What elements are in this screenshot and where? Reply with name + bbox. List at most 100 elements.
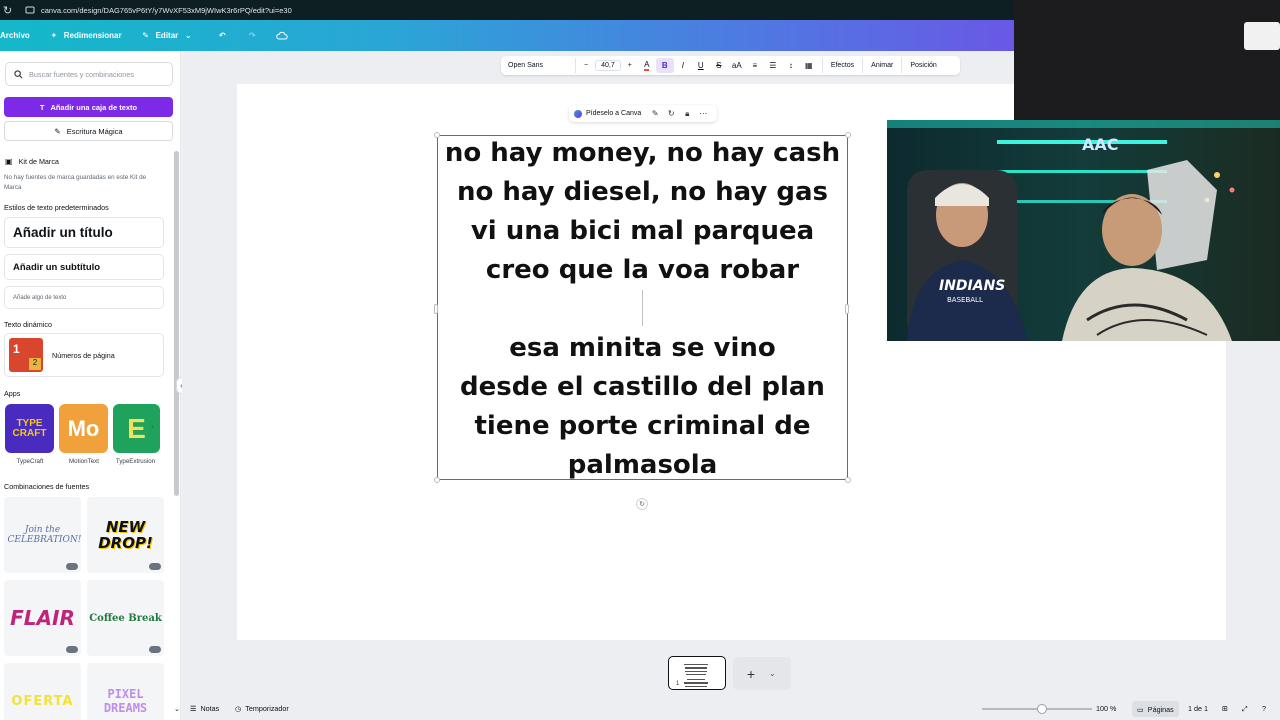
bold-icon: B [661,61,668,70]
more-options-icon[interactable]: ⋯ [695,109,711,118]
brand-kit-heading[interactable]: ▣ Kit de Marca [5,157,59,166]
combo-flair-text: FLAIR [10,606,75,630]
rotate-icon[interactable]: ↻ [663,109,679,118]
webcam-overlay: AAC INDIANS BASEBALL [887,120,1280,341]
list-button[interactable]: ☰ [764,58,782,73]
chevron-down-icon[interactable]: ⌄ [769,669,776,678]
combo-oferta-text: OFERTA [11,693,74,709]
spacing-button[interactable]: ↕ [782,58,800,73]
effects-button[interactable]: Efectos [821,58,862,73]
add-textbox-button[interactable]: T Añadir una caja de texto [4,97,173,117]
magic-edit-icon[interactable]: ✎ [647,109,663,118]
plus-icon: + [746,665,756,682]
strikethrough-button[interactable]: S [710,58,728,73]
timer-button[interactable]: ◷ Temporizador [235,704,289,713]
notes-button[interactable]: ☰ Notas [190,704,219,713]
resize-handle-left[interactable] [434,304,438,314]
add-page-button[interactable]: + ⌄ [733,657,791,690]
redo-button[interactable]: ↷ [246,30,258,42]
letter-case-button[interactable]: aA [728,58,746,73]
typecraft-app-tile[interactable]: TYPE CRAFT [5,404,54,453]
combo-celebration[interactable]: Join the CELEBRATION! [4,497,81,573]
position-button[interactable]: Posición [901,58,944,73]
search-icon [14,69,23,78]
resize-handle-tr[interactable] [845,132,851,138]
panel-scrollbar[interactable] [174,151,179,496]
pages-button[interactable]: ▭ Páginas [1132,701,1179,717]
canva-ai-icon [574,109,582,118]
font-family-dropdown[interactable]: Open Sans [504,58,576,73]
edit-menu-button[interactable]: ✎ Editar ⌄ [140,30,195,42]
checkerboard-icon: ▦ [805,61,813,70]
text-t-icon: T [39,102,45,112]
reload-icon[interactable]: ↻ [3,4,19,17]
combo-coffee-break[interactable]: Coffee Break [87,580,164,656]
bold-button[interactable]: B [655,58,674,73]
lock-icon[interactable]: 🔒︎ [679,109,695,119]
magic-write-button[interactable]: ✎ Escritura Mágica [4,121,173,141]
font-name: Open Sans [508,62,544,69]
overlay-button-fragment [1244,22,1280,50]
editor-footer: ⌄ ☰ Notas ◷ Temporizador 100 % ▭ Páginas… [174,698,1280,720]
align-center-button[interactable]: ≡ [746,58,764,73]
resize-handle-br[interactable] [845,477,851,483]
lyric-line: palmasola [567,450,718,480]
ask-canva-button[interactable]: Pídeselo a Canva [586,110,641,117]
undo-icon: ↶ [218,31,226,40]
rotate-handle[interactable]: ↻ [636,498,648,510]
italic-button[interactable]: I [674,58,692,73]
combo-new-drop[interactable]: NEW DROP! [87,497,164,573]
undo-button[interactable]: ↶ [216,30,228,42]
typeextrusion-label: TypeExtrusion [115,458,156,465]
text-color-button[interactable]: A [638,58,656,73]
lyric-line: no hay money, no hay cash [444,138,841,168]
grid-view-icon[interactable]: ⊞ [1222,704,1228,713]
chevron-right-icon[interactable]: › [151,421,154,431]
font-size-increase-button[interactable]: + [628,62,632,69]
url-text[interactable]: canva.com/design/DAG765vP6tY/y7WvXF53xM9… [41,6,292,15]
list-icon: ☰ [769,61,777,70]
font-search-input[interactable]: Buscar fuentes y combinaciones [5,62,173,86]
letter-case-icon: aA [731,61,742,70]
add-subtitle-option[interactable]: Añadir un subtítulo [4,254,164,280]
text-cursor [642,290,643,326]
cloud-save-button[interactable] [276,31,288,41]
font-size-input[interactable]: 40,7 [595,60,621,71]
page-number-icon: 1 2 [9,338,43,372]
animate-button[interactable]: Animar [862,58,901,73]
site-info-icon[interactable] [25,5,35,15]
resize-handle-right[interactable] [845,304,849,314]
page-thumbnail[interactable]: 1 [668,656,726,690]
resize-handle-tl[interactable] [434,132,440,138]
thumbnail-preview [681,662,711,689]
resize-label: Redimensionar [63,31,122,40]
webcam-scene: AAC INDIANS BASEBALL [887,120,1280,341]
rotate-icon: ↻ [639,501,645,508]
combo-oferta[interactable]: OFERTA [4,663,81,720]
fullscreen-icon[interactable]: ⤢ [1242,704,1248,714]
scroll-down-icon[interactable]: ⌄ [174,704,180,713]
align-center-icon: ≡ [752,61,758,70]
position-label: Posición [910,62,937,69]
zoom-slider-handle[interactable] [1037,704,1047,714]
zoom-level[interactable]: 100 % [1096,704,1116,713]
brand-kit-note: No hay fuentes de marca guardadas en est… [4,174,147,191]
resize-button[interactable]: ✦ Redimensionar [48,30,122,42]
help-icon[interactable]: ? [1262,704,1266,713]
resize-handle-bl[interactable] [434,477,440,483]
font-size-decrease-button[interactable]: − [584,62,588,69]
add-title-option[interactable]: Añadir un título [4,217,164,248]
add-body-option[interactable]: Añade algo de texto [4,286,164,309]
transparency-button[interactable]: ▦ [800,58,818,73]
page-numbers-option[interactable]: 1 2 Números de página [4,333,164,377]
underline-button[interactable]: U [692,58,710,73]
typecraft-label: TypeCraft [16,458,44,465]
file-menu-button[interactable]: Archivo [0,31,30,40]
redo-icon: ↷ [248,31,256,40]
element-context-menu: Pídeselo a Canva ✎ ↻ 🔒︎ ⋯ [569,105,717,122]
combo-pixel-dreams[interactable]: PIXEL DREAMS [87,663,164,720]
lyric-line: tiene porte criminal de [474,411,811,441]
motiontext-app-tile[interactable]: Mo [59,404,108,453]
premium-badge-icon [66,563,78,570]
combo-flair[interactable]: FLAIR [4,580,81,656]
